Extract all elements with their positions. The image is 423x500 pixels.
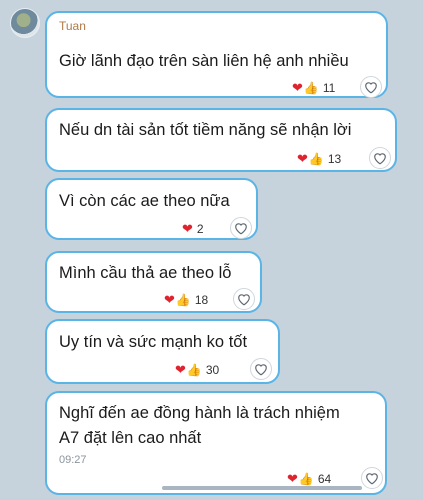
message-time: 09:27 [59,454,87,466]
reaction-count: 2 [196,222,204,236]
reactions[interactable]: ❤ 👍 30 [175,361,221,379]
message-text-line-2: A7 đặt lên cao nhất [59,429,202,447]
message-bubble[interactable]: Nếu dn tài sản tốt tiềm năng sẽ nhận lời… [45,108,397,172]
scroll-indicator[interactable] [162,486,362,490]
message-text-line-1: Nghĩ đến ae đồng hành là trách nhiệm [59,404,340,422]
reaction-count: 64 [317,472,332,486]
reactions[interactable]: ❤ 👍 11 [292,79,337,97]
message-text: Giờ lãnh đạo trên sàn liên hệ anh nhiều [59,52,349,70]
heart-icon: ❤ [175,362,186,377]
reactions[interactable]: ❤ 👍 18 [164,291,210,309]
heart-outline-icon [366,472,378,484]
message-bubble[interactable]: Tuan Giờ lãnh đạo trên sàn liên hệ anh n… [45,11,388,98]
heart-outline-icon [255,363,267,375]
thumbs-up-icon: 👍 [298,472,314,486]
like-button[interactable] [233,288,255,310]
message-text: Mình cầu thả ae theo lỗ [59,264,232,282]
message-text: Vì còn các ae theo nữa [59,192,230,210]
thumbs-up-icon: 👍 [308,152,324,166]
reactions[interactable]: ❤ 👍 13 [297,150,343,168]
message-bubble[interactable]: Uy tín và sức mạnh ko tốt ❤ 👍 30 [45,319,280,384]
thumbs-up-icon: 👍 [175,293,191,307]
thumbs-up-icon: 👍 [186,363,202,377]
like-button[interactable] [361,467,383,489]
message-bubble[interactable]: Vì còn các ae theo nữa ❤ 2 [45,178,258,240]
heart-outline-icon [238,293,250,305]
reaction-count: 18 [194,293,209,307]
thumbs-up-icon: 👍 [303,81,319,95]
reaction-count: 30 [205,363,220,377]
like-button[interactable] [250,358,272,380]
sender-name[interactable]: Tuan [59,19,86,33]
heart-outline-icon [235,222,247,234]
like-button[interactable] [369,147,391,169]
avatar[interactable] [10,8,40,38]
reactions[interactable]: ❤ 2 [182,220,206,238]
message-text: Nếu dn tài sản tốt tiềm năng sẽ nhận lời [59,121,352,139]
message-bubble[interactable]: Mình cầu thả ae theo lỗ ❤ 👍 18 [45,251,262,313]
message-text: Uy tín và sức mạnh ko tốt [59,333,248,351]
heart-icon: ❤ [292,80,303,95]
heart-icon: ❤ [297,151,308,166]
reaction-count: 13 [327,152,342,166]
heart-outline-icon [365,81,377,93]
heart-icon: ❤ [182,221,193,236]
heart-icon: ❤ [287,471,298,486]
heart-outline-icon [374,152,386,164]
reaction-count: 11 [322,81,336,95]
like-button[interactable] [360,76,382,98]
heart-icon: ❤ [164,292,175,307]
like-button[interactable] [230,217,252,239]
message-bubble[interactable]: Nghĩ đến ae đồng hành là trách nhiệm A7 … [45,391,387,495]
